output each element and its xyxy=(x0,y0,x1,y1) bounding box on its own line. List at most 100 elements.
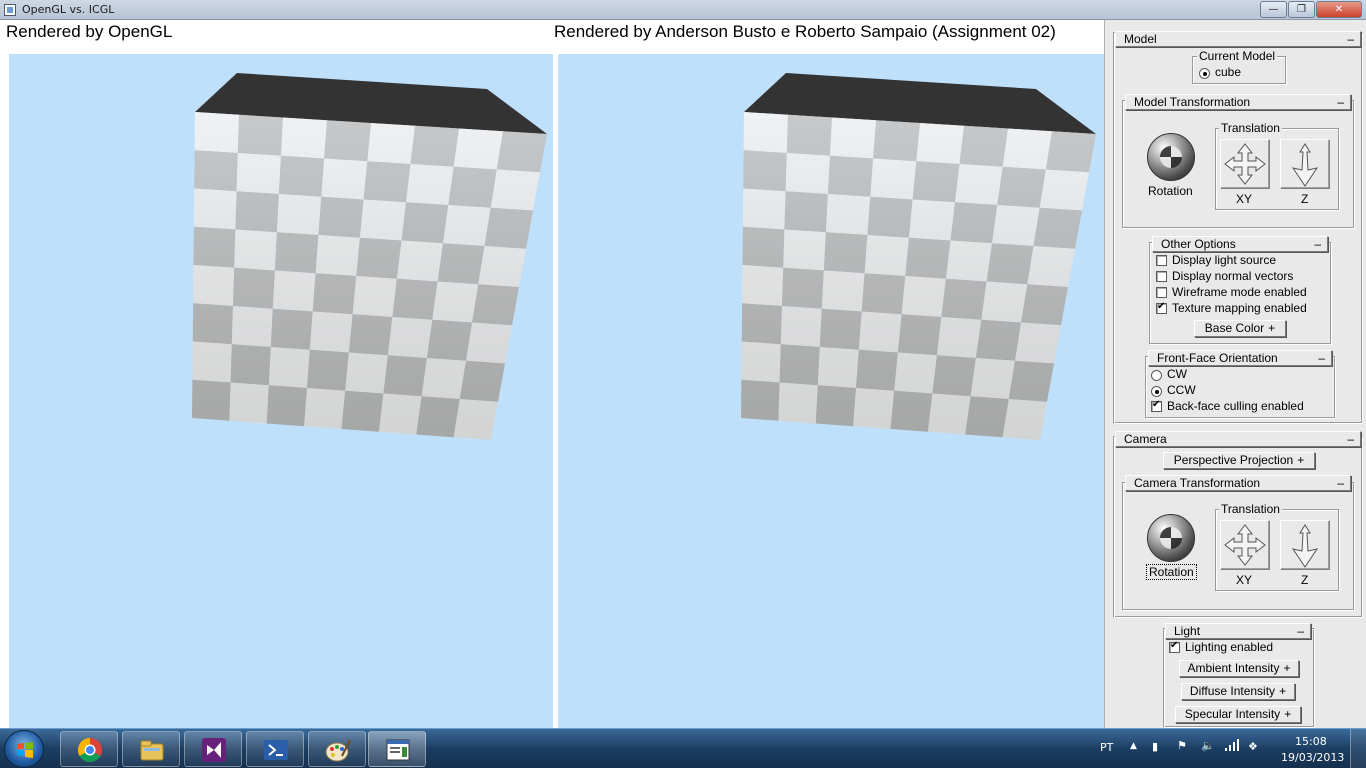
taskbar-powershell[interactable] xyxy=(246,731,304,767)
taskbar-visual-studio[interactable] xyxy=(184,731,242,767)
collapse-icon: – xyxy=(1314,237,1321,251)
model-translation-label: Translation xyxy=(1219,121,1282,135)
ambient-intensity-button[interactable]: Ambient Intensity + xyxy=(1179,660,1299,677)
camera-header[interactable]: Camera – xyxy=(1115,431,1361,447)
explorer-icon xyxy=(140,740,164,761)
tray-device-icon[interactable]: ▮ xyxy=(1152,740,1158,753)
lighting-enabled-checkbox[interactable] xyxy=(1169,640,1180,653)
minimize-button[interactable]: — xyxy=(1260,1,1287,18)
powershell-icon xyxy=(264,740,288,760)
opengl-cube xyxy=(192,73,547,440)
texture-mapping-checkbox[interactable] xyxy=(1156,301,1167,314)
taskbar-chrome[interactable] xyxy=(60,731,118,767)
perspective-projection-label: Perspective Projection xyxy=(1173,453,1294,467)
model-header[interactable]: Model – xyxy=(1115,31,1361,47)
base-color-button[interactable]: Base Color + xyxy=(1194,320,1286,337)
cw-label: CW xyxy=(1167,367,1187,381)
light-header-label: Light xyxy=(1174,624,1201,638)
front-face-header[interactable]: Front-Face Orientation – xyxy=(1148,350,1332,366)
camera-transform-header-label: Camera Transformation xyxy=(1134,476,1261,490)
model-transform-header[interactable]: Model Transformation – xyxy=(1125,94,1351,110)
diffuse-intensity-label: Diffuse Intensity xyxy=(1189,684,1276,698)
wireframe-mode-checkbox[interactable] xyxy=(1156,287,1167,298)
taskbar-paint[interactable] xyxy=(308,731,366,767)
ccw-radio[interactable] xyxy=(1151,386,1162,397)
camera-translate-xy-icon[interactable] xyxy=(1220,520,1270,570)
title-bar: OpenGL vs. ICGL — ❐ ✕ xyxy=(0,0,1366,20)
display-light-source-label: Display light source xyxy=(1172,253,1277,267)
app-window-icon xyxy=(386,739,410,761)
dropbox-icon[interactable]: ❖ xyxy=(1248,740,1258,753)
app-icon xyxy=(4,4,16,16)
perspective-projection-button[interactable]: Perspective Projection + xyxy=(1163,452,1315,469)
model-radio-label: cube xyxy=(1215,65,1242,79)
collapse-icon: – xyxy=(1318,351,1325,365)
visual-studio-icon xyxy=(202,738,226,762)
model-translate-z-icon[interactable] xyxy=(1280,139,1330,189)
clock-date[interactable]: 19/03/2013 xyxy=(1281,751,1344,764)
wireframe-mode-label: Wireframe mode enabled xyxy=(1172,285,1307,299)
display-normal-vectors-label: Display normal vectors xyxy=(1172,269,1294,283)
camera-z-label: Z xyxy=(1301,573,1309,587)
base-color-label: Base Color xyxy=(1204,321,1265,335)
render-area: Rendered by OpenGL Rendered by Anderson … xyxy=(0,20,1104,728)
model-xy-label: XY xyxy=(1236,192,1253,206)
cube-front-shading xyxy=(192,112,547,440)
icgl-viewport[interactable] xyxy=(558,54,1104,728)
camera-translation-label: Translation xyxy=(1219,502,1282,516)
ambient-intensity-label: Ambient Intensity xyxy=(1187,661,1280,675)
diffuse-intensity-button[interactable]: Diffuse Intensity + xyxy=(1181,683,1295,700)
lighting-enabled-label: Lighting enabled xyxy=(1185,640,1274,654)
model-rotation-label: Rotation xyxy=(1148,184,1193,198)
cw-radio[interactable] xyxy=(1151,370,1162,381)
model-radio-cube[interactable] xyxy=(1199,68,1210,79)
model-translate-xy-icon[interactable] xyxy=(1220,139,1270,189)
camera-rotation-ball-icon[interactable] xyxy=(1147,514,1195,562)
opengl-viewport[interactable] xyxy=(9,54,553,728)
camera-rotation-label: Rotation xyxy=(1146,564,1197,580)
window-title: OpenGL vs. ICGL xyxy=(22,3,115,16)
collapse-icon: – xyxy=(1347,32,1354,46)
expand-icon: + xyxy=(1284,707,1292,721)
specular-intensity-label: Specular Intensity xyxy=(1184,707,1281,721)
collapse-icon: – xyxy=(1337,476,1344,490)
clock-time[interactable]: 15:08 xyxy=(1295,735,1327,748)
paint-icon xyxy=(325,739,351,762)
maximize-button[interactable]: ❐ xyxy=(1288,1,1315,18)
show-hidden-icons-icon[interactable]: ▲ xyxy=(1130,741,1137,751)
display-normal-vectors-checkbox[interactable] xyxy=(1156,271,1167,282)
current-model-label: Current Model xyxy=(1197,49,1278,63)
start-button[interactable] xyxy=(4,730,44,768)
specular-intensity-button[interactable]: Specular Intensity + xyxy=(1175,706,1301,723)
taskbar-opengl-app[interactable] xyxy=(368,731,426,767)
back-face-culling-label: Back-face culling enabled xyxy=(1167,399,1304,413)
language-indicator[interactable]: PT xyxy=(1100,741,1113,754)
model-rotation-ball-icon[interactable] xyxy=(1147,133,1195,181)
camera-xy-label: XY xyxy=(1236,573,1253,587)
left-viewport-title: Rendered by OpenGL xyxy=(6,22,173,41)
expand-icon: + xyxy=(1268,321,1276,335)
chrome-icon xyxy=(77,738,102,763)
model-header-label: Model xyxy=(1124,32,1157,46)
taskbar-explorer[interactable] xyxy=(122,731,180,767)
camera-translate-z-icon[interactable] xyxy=(1280,520,1330,570)
other-options-header[interactable]: Other Options – xyxy=(1152,236,1328,252)
light-header[interactable]: Light – xyxy=(1165,623,1311,639)
ccw-label: CCW xyxy=(1167,383,1196,397)
expand-icon: + xyxy=(1283,661,1291,675)
right-viewport-title: Rendered by Anderson Busto e Roberto Sam… xyxy=(554,22,1056,41)
camera-transform-header[interactable]: Camera Transformation – xyxy=(1125,475,1351,491)
show-desktop-button[interactable] xyxy=(1350,729,1366,769)
expand-icon: + xyxy=(1279,684,1287,698)
action-center-flag-icon[interactable]: ⚑ xyxy=(1177,739,1187,752)
texture-mapping-label: Texture mapping enabled xyxy=(1172,301,1307,315)
close-button[interactable]: ✕ xyxy=(1316,1,1362,18)
network-signal-icon[interactable] xyxy=(1224,738,1240,755)
front-face-header-label: Front-Face Orientation xyxy=(1157,351,1278,365)
model-z-label: Z xyxy=(1301,192,1309,206)
volume-icon[interactable]: 🔈 xyxy=(1201,739,1215,752)
control-panel: Model – Current Model cube Model Transfo… xyxy=(1104,20,1366,728)
back-face-culling-checkbox[interactable] xyxy=(1151,399,1162,412)
model-transform-header-label: Model Transformation xyxy=(1134,95,1251,109)
display-light-source-checkbox[interactable] xyxy=(1156,255,1167,266)
